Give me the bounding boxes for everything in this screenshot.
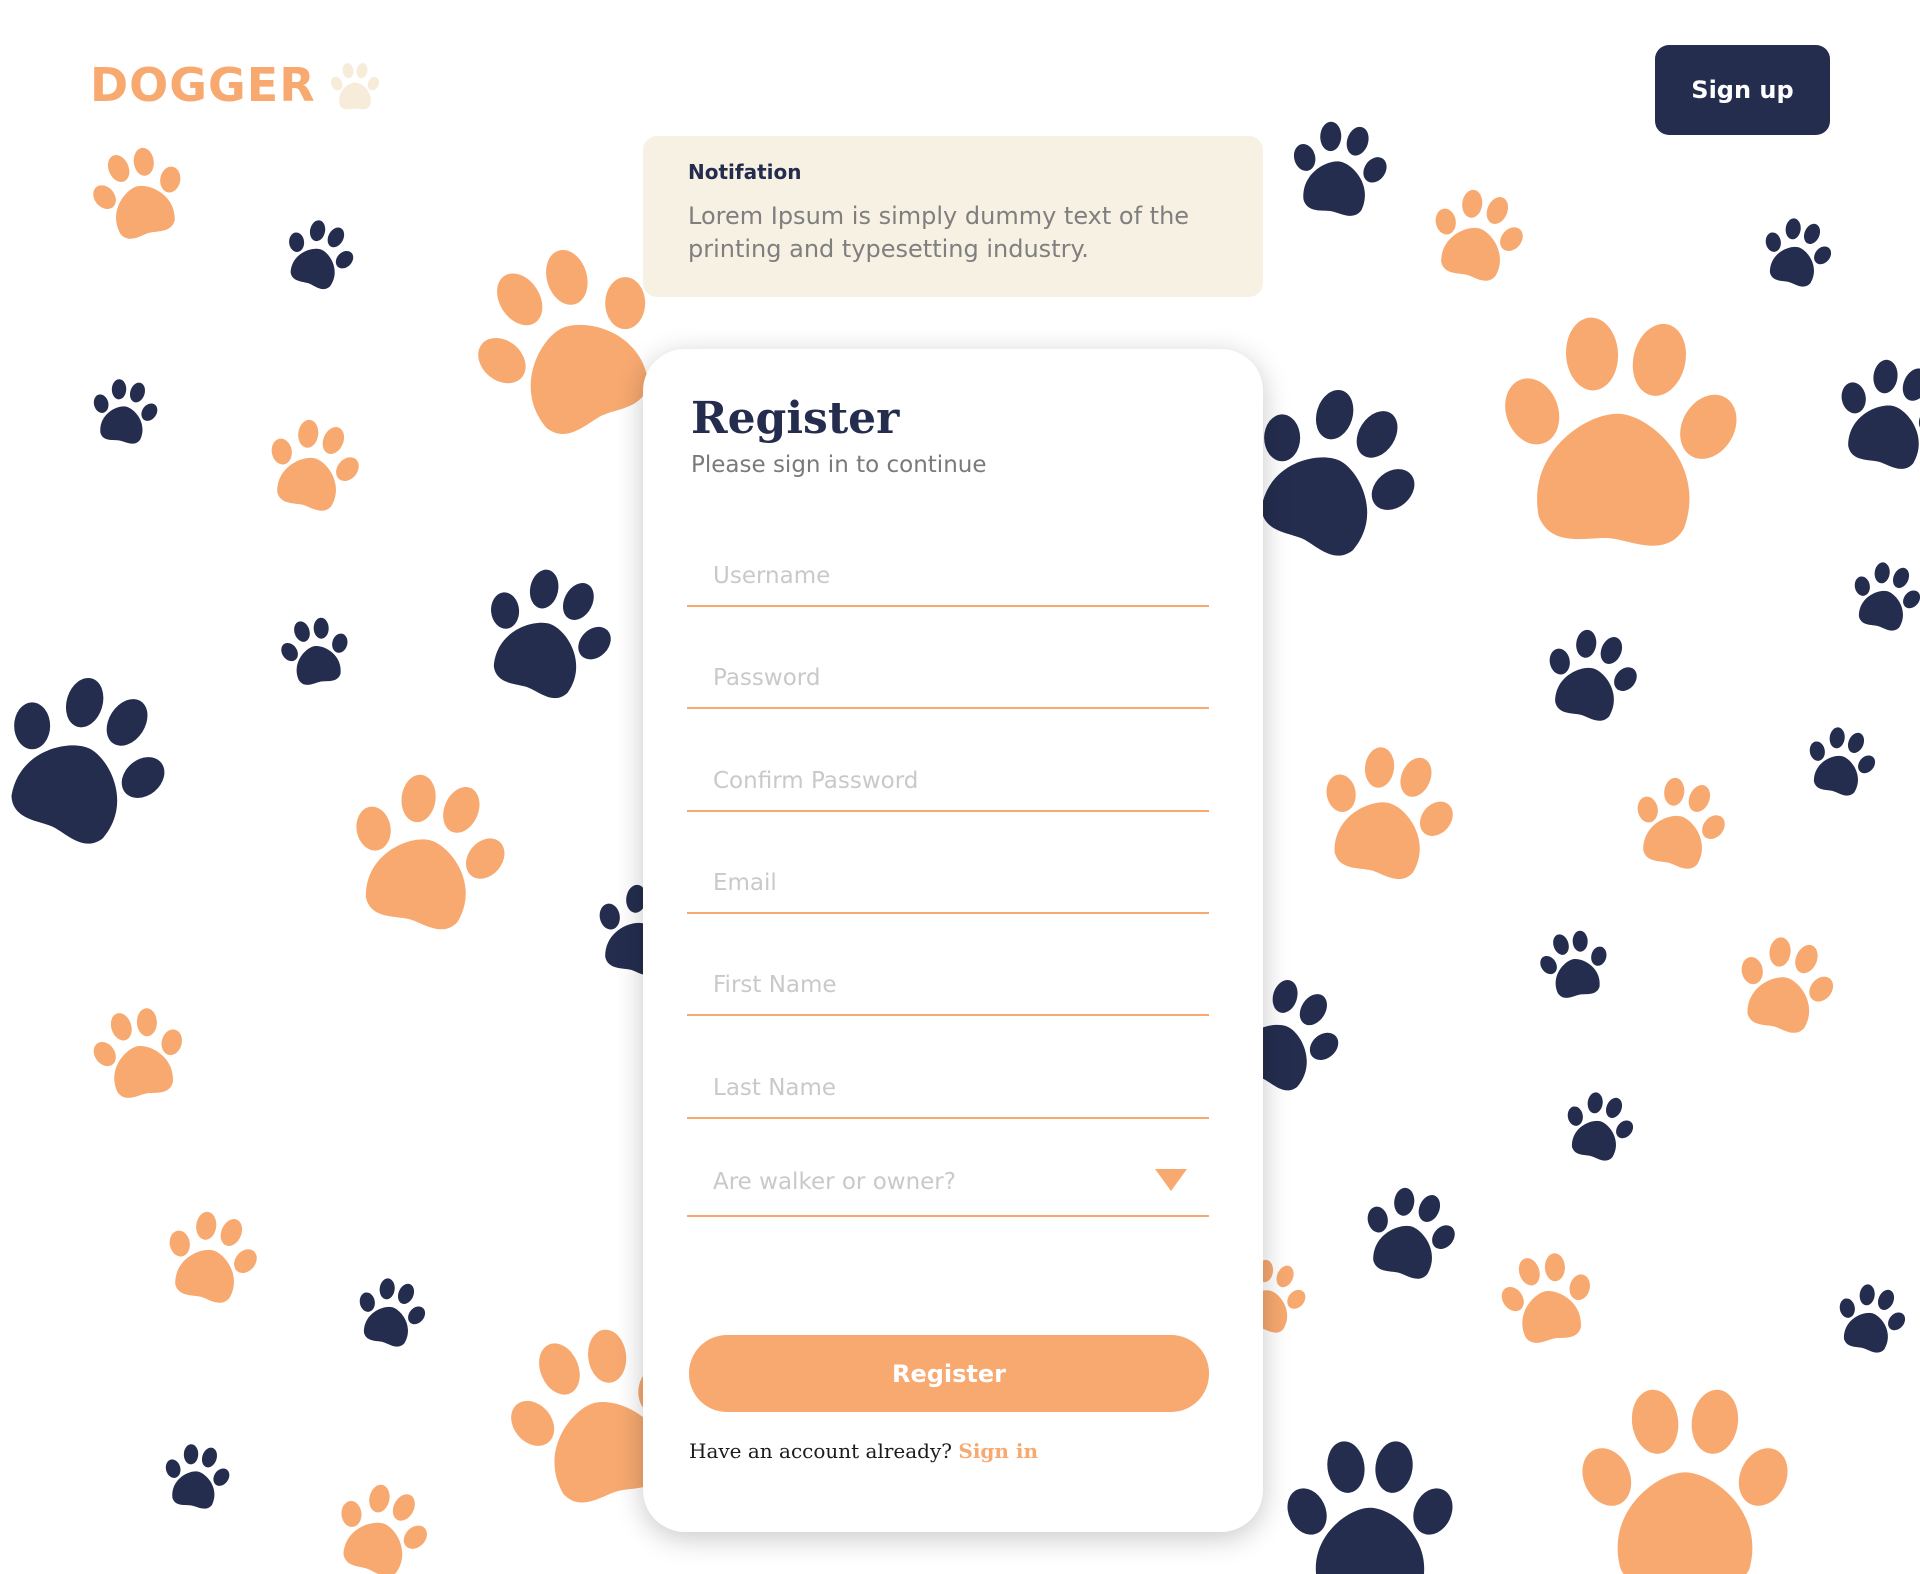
signin-link[interactable]: Sign in [958, 1439, 1038, 1463]
paw-icon [274, 210, 365, 297]
role-select-placeholder: Are walker or owner? [713, 1169, 956, 1195]
first-name-field [687, 956, 1209, 1016]
paw-icon [83, 1001, 195, 1104]
username-field [687, 547, 1209, 607]
password-field [687, 649, 1209, 709]
paw-icon [80, 137, 197, 247]
paw-icon [1280, 114, 1398, 222]
notification-banner: Notifation Lorem Ipsum is simply dummy t… [643, 136, 1263, 297]
paw-icon [255, 409, 372, 519]
paw-icon [1621, 767, 1738, 877]
paw-icon [463, 551, 633, 713]
last-name-field [687, 1059, 1209, 1119]
paw-icon [1491, 1246, 1603, 1349]
paw-icon [1351, 1177, 1468, 1287]
paw-icon [156, 1439, 237, 1513]
chevron-down-icon[interactable] [1155, 1169, 1187, 1191]
brand-logo: DOGGER [90, 58, 316, 112]
paw-icon [1302, 732, 1472, 891]
paw-icon [1842, 554, 1920, 637]
signup-button[interactable]: Sign up [1655, 45, 1830, 135]
password-input[interactable] [687, 649, 1209, 707]
register-subtitle: Please sign in to continue [691, 452, 987, 478]
paw-icon [1724, 926, 1847, 1042]
notification-title: Notifation [688, 160, 802, 184]
paw-icon [321, 1472, 443, 1574]
paw-icon [1753, 210, 1841, 293]
confirm-password-field [687, 752, 1209, 812]
register-button[interactable]: Register [689, 1335, 1209, 1412]
username-input[interactable] [687, 547, 1209, 605]
paw-icon [1483, 306, 1755, 554]
notification-text: Lorem Ipsum is simply dummy text of the … [688, 202, 1190, 263]
paw-icon [1280, 1438, 1460, 1574]
paw-icon [328, 62, 382, 110]
last-name-input[interactable] [687, 1059, 1209, 1117]
paw-icon [1532, 925, 1616, 1003]
paw-icon [84, 374, 165, 448]
paw-icon [328, 757, 527, 943]
paw-icon [273, 612, 357, 690]
paw-icon [1822, 347, 1920, 479]
paw-icon [347, 1270, 435, 1353]
register-card: Register Please sign in to continue Are … [643, 349, 1263, 1532]
paw-icon [1797, 719, 1885, 802]
have-account-row: Have an account already? Sign in [689, 1439, 1038, 1463]
paw-icon [1533, 619, 1650, 729]
have-account-text: Have an account already? [689, 1439, 953, 1463]
email-input[interactable] [687, 854, 1209, 912]
role-select[interactable]: Are walker or owner? [687, 1149, 1209, 1217]
register-title: Register [691, 393, 900, 444]
paw-icon [1827, 1276, 1915, 1359]
paw-icon [153, 1201, 270, 1311]
paw-icon [1419, 179, 1536, 289]
confirm-password-input[interactable] [687, 752, 1209, 810]
paw-icon [1573, 1386, 1797, 1574]
paw-icon [0, 650, 197, 867]
paw-icon [1555, 1084, 1643, 1167]
first-name-input[interactable] [687, 956, 1209, 1014]
email-field [687, 854, 1209, 914]
